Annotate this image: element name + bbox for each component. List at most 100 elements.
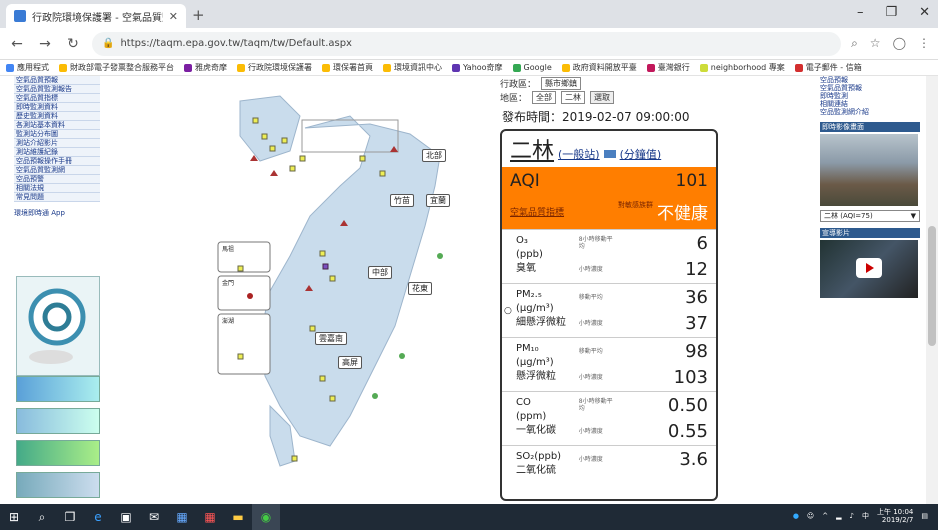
address-bar[interactable]: 🔒 https://taqm.epa.gov.tw/taqm/tw/Defaul… xyxy=(92,31,842,56)
pollutant-name: PM₁₀ xyxy=(516,343,539,354)
region-label[interactable]: 竹苗 xyxy=(390,194,414,207)
new-tab-icon[interactable]: + xyxy=(192,6,205,24)
zoom-icon[interactable]: ⌕ xyxy=(851,36,858,51)
page-scrollbar[interactable] xyxy=(926,76,938,504)
left-nav-item[interactable]: 即時監測資料 xyxy=(14,103,100,112)
tray-app-icon[interactable]: ● xyxy=(793,512,799,520)
app-icon[interactable]: ▦ xyxy=(196,504,224,530)
forward-icon[interactable]: → xyxy=(36,36,54,52)
right-link[interactable]: 空氣品質預報 xyxy=(820,84,920,92)
show-hidden-icon[interactable]: ^ xyxy=(822,512,828,520)
period-label: 移動平均 xyxy=(578,293,603,301)
live-image[interactable] xyxy=(820,134,918,206)
photos-icon[interactable]: ▦ xyxy=(168,504,196,530)
region-label[interactable]: 宜蘭 xyxy=(426,194,450,207)
right-link[interactable]: 即時監測 xyxy=(820,92,920,100)
left-nav-item[interactable]: 空氣品質預報 xyxy=(14,76,100,85)
left-nav-item[interactable]: 空氣品質指標 xyxy=(14,94,100,103)
close-window-icon[interactable]: ✕ xyxy=(919,5,930,20)
area-select[interactable]: 全部 xyxy=(532,90,557,104)
clock[interactable]: 上午 10:04 2019/2/7 xyxy=(877,508,913,524)
banner-link[interactable] xyxy=(16,408,100,434)
menu-icon[interactable]: ⋮ xyxy=(918,36,930,51)
minute-value-link[interactable]: (分鐘值) xyxy=(620,146,662,162)
bookmark-item[interactable]: 電子郵件 - 信箱 xyxy=(794,62,862,73)
store-icon[interactable]: ▣ xyxy=(112,504,140,530)
left-nav-item[interactable]: 空品預報操作手冊 xyxy=(14,157,100,166)
start-icon[interactable]: ⊞ xyxy=(0,504,28,530)
network-icon[interactable]: ▂ xyxy=(836,512,841,520)
pollutant-name: O₃ xyxy=(516,235,528,246)
edge-icon[interactable]: e xyxy=(84,504,112,530)
right-link[interactable]: 相關連結 xyxy=(820,100,920,108)
people-icon[interactable]: ☺ xyxy=(807,512,814,520)
district-select[interactable]: 縣市鄉鎮 xyxy=(541,76,582,90)
bookmark-item[interactable]: 臺灣銀行 xyxy=(646,62,690,73)
left-nav-item[interactable]: 測站維護紀錄 xyxy=(14,148,100,157)
station-name[interactable]: 二林 xyxy=(510,133,554,165)
aqi-sub-link[interactable]: 空氣品質指標 xyxy=(510,205,564,218)
ime-icon[interactable]: 中 xyxy=(862,511,869,521)
left-nav-item[interactable]: 各測站基本資料 xyxy=(14,121,100,130)
banner-link[interactable] xyxy=(16,472,100,498)
app-promo[interactable] xyxy=(16,276,100,376)
radio-icon[interactable]: ○ xyxy=(504,306,512,316)
station-select[interactable]: 二林 xyxy=(561,90,586,104)
station-type-link[interactable]: (一般站) xyxy=(558,146,600,162)
explorer-icon[interactable]: ▬ xyxy=(224,504,252,530)
live-image-select[interactable]: 二林 (AQI=75) ▼ xyxy=(820,210,920,222)
bookmark-item[interactable]: Yahoo奇摩 xyxy=(452,62,503,73)
tab-close-icon[interactable]: ✕ xyxy=(169,10,178,23)
maximize-icon[interactable]: ❐ xyxy=(885,5,897,20)
video-header: 宣導影片 xyxy=(820,228,920,238)
right-link[interactable]: 空品監測網介紹 xyxy=(820,108,920,116)
left-nav-item[interactable]: 空品預警 xyxy=(14,175,100,184)
notification-icon[interactable]: ▤ xyxy=(921,512,928,520)
star-icon[interactable]: ☆ xyxy=(870,36,881,51)
bookmark-item[interactable]: 財政部電子發票整合服務平台 xyxy=(59,62,174,73)
scrollbar-thumb[interactable] xyxy=(928,226,936,346)
bookmark-item[interactable]: 雅虎奇摩 xyxy=(184,62,227,73)
district-row: 行政區： 縣市鄉鎮 xyxy=(500,76,720,90)
bookmark-item[interactable]: 行政院環境保護署 xyxy=(237,62,312,73)
region-label[interactable]: 雲嘉南 xyxy=(315,332,347,345)
bookmark-item[interactable]: 應用程式 xyxy=(6,62,49,73)
promo-video[interactable] xyxy=(820,240,918,298)
aqi-box: AQI 101 空氣品質指標 對敏感族群 不健康 xyxy=(502,167,716,229)
url-text: https://taqm.epa.gov.tw/taqm/tw/Default.… xyxy=(120,38,352,49)
region-label[interactable]: 北部 xyxy=(422,149,446,162)
browser-tab[interactable]: 行政院環境保護署 - 空氣品質監測網 ✕ xyxy=(6,4,186,28)
banner-link[interactable] xyxy=(16,376,100,402)
bookmark-item[interactable]: 環保署首頁 xyxy=(322,62,373,73)
taiwan-map[interactable]: 北部 竹苗 宜蘭 中部 花東 雲嘉南 高屏 馬祖 金門 澎湖 xyxy=(210,76,480,504)
bookmark-item[interactable]: 環境資訊中心 xyxy=(383,62,442,73)
left-nav-item[interactable]: 空氣品質監測報告 xyxy=(14,85,100,94)
left-nav-item[interactable]: 測站介紹影片 xyxy=(14,139,100,148)
bookmark-item[interactable]: Google xyxy=(512,63,552,72)
bookmark-item[interactable]: neighborhood 專案 xyxy=(699,62,785,73)
reload-icon[interactable]: ↻ xyxy=(64,36,82,52)
right-link[interactable]: 空品預報 xyxy=(820,76,920,84)
region-label[interactable]: 花東 xyxy=(408,282,432,295)
left-nav-item[interactable]: 歷史監測資料 xyxy=(14,112,100,121)
banner-link[interactable] xyxy=(16,440,100,466)
select-button[interactable]: 選取 xyxy=(590,90,615,104)
mail-icon[interactable]: ✉ xyxy=(140,504,168,530)
search-icon[interactable]: ⌕ xyxy=(28,504,56,530)
region-label[interactable]: 高屏 xyxy=(338,356,362,369)
pollutant-cn: 二氧化硫 xyxy=(516,465,556,476)
minimize-icon[interactable]: – xyxy=(857,5,864,20)
left-nav-item[interactable]: 監測站分布圖 xyxy=(14,130,100,139)
back-icon[interactable]: ← xyxy=(8,36,26,52)
play-icon[interactable] xyxy=(856,258,882,278)
left-nav-item[interactable]: 空氣品質監測網 xyxy=(14,166,100,175)
region-label[interactable]: 中部 xyxy=(368,266,392,279)
volume-icon[interactable]: ♪ xyxy=(850,512,854,520)
chrome-icon[interactable]: ◉ xyxy=(252,504,280,530)
left-nav-item[interactable]: 相關法規 xyxy=(14,184,100,193)
left-nav-item[interactable]: 常見問題 xyxy=(14,193,100,202)
task-view-icon[interactable]: ❐ xyxy=(56,504,84,530)
account-icon[interactable]: ◯ xyxy=(893,36,906,51)
bookmark-item[interactable]: 政府資料開放平臺 xyxy=(561,62,637,73)
chart-icon[interactable] xyxy=(603,150,616,158)
